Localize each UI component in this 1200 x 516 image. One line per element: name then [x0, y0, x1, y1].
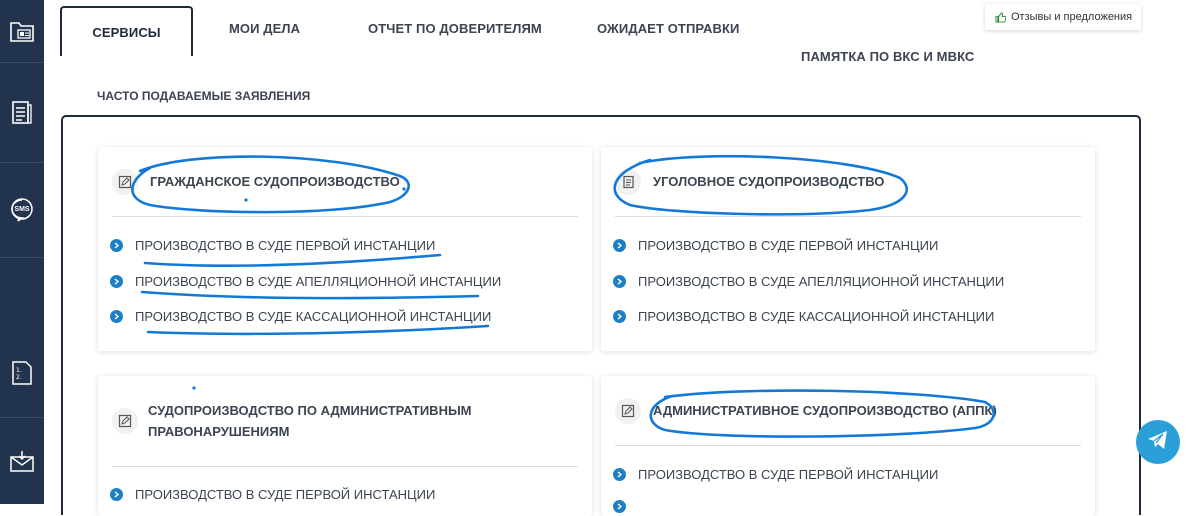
card-civil: ГРАЖДАНСКОЕ СУДОПРОИЗВОДСТВО ПРОИЗВОДСТВ… — [98, 147, 592, 351]
tab-vks-memo[interactable]: ПАМЯТКА ПО ВКС И МВКС — [801, 49, 974, 64]
card-admin-appk: АДМИНИСТРАТИВНОЕ СУДОПРОИЗВОДСТВО (АППК)… — [601, 376, 1095, 516]
link-label: ПРОИЗВОДСТВО В СУДЕ АПЕЛЛЯЦИОННОЙ ИНСТАН… — [638, 274, 1005, 289]
sms-icon: SMS — [10, 198, 34, 222]
link-first-instance[interactable]: ПРОИЗВОДСТВО В СУДЕ ПЕРВОЙ ИНСТАНЦИИ — [613, 467, 938, 482]
chevron-right-icon — [110, 275, 123, 288]
card-criminal: УГОЛОВНОЕ СУДОПРОИЗВОДСТВО ПРОИЗВОДСТВО … — [601, 147, 1095, 351]
link-appeal-instance[interactable]: ПРОИЗВОДСТВО В СУДЕ АПЕЛЛЯЦИОННОЙ ИНСТАН… — [110, 274, 501, 289]
folder-id-icon — [9, 19, 35, 43]
card-header: ГРАЖДАНСКОЕ СУДОПРОИЗВОДСТВО — [112, 147, 578, 217]
link-first-instance[interactable]: ПРОИЗВОДСТВО В СУДЕ ПЕРВОЙ ИНСТАНЦИИ — [110, 487, 435, 502]
link-label: ПРОИЗВОДСТВО В СУДЕ ПЕРВОЙ ИНСТАНЦИИ — [135, 238, 436, 253]
link-cassation-instance[interactable]: ПРОИЗВОДСТВО В СУДЕ КАССАЦИОННОЙ ИНСТАНЦ… — [110, 309, 491, 324]
tab-trustees-report[interactable]: ОТЧЕТ ПО ДОВЕРИТЕЛЯМ — [368, 21, 542, 36]
telegram-button[interactable] — [1136, 420, 1180, 464]
card-header: СУДОПРОИЗВОДСТВО ПО АДМИНИСТРАТИВНЫМ ПРА… — [112, 376, 578, 467]
sidebar-item-list[interactable] — [0, 63, 44, 163]
edit-document-icon — [112, 408, 138, 434]
card-title: СУДОПРОИЗВОДСТВО ПО АДМИНИСТРАТИВНЫМ ПРА… — [148, 403, 472, 439]
chevron-right-icon — [110, 239, 123, 252]
card-title: ГРАЖДАНСКОЕ СУДОПРОИЗВОДСТВО — [150, 173, 400, 189]
document-icon — [615, 168, 641, 195]
sidebar: SMS 1. 2. — [0, 0, 44, 504]
sidebar-item-mail[interactable] — [0, 418, 44, 504]
chevron-right-icon — [613, 468, 626, 481]
telegram-icon — [1146, 429, 1170, 456]
card-title: АДМИНИСТРАТИВНОЕ СУДОПРОИЗВОДСТВО (АППК) — [653, 402, 997, 418]
link-first-instance[interactable]: ПРОИЗВОДСТВО В СУДЕ ПЕРВОЙ ИНСТАНЦИИ — [110, 238, 435, 253]
section-title: ЧАСТО ПОДАВАЕМЫЕ ЗАЯВЛЕНИЯ — [97, 89, 311, 103]
thumbs-up-icon — [995, 11, 1006, 23]
link-label: ПРОИЗВОДСТВО В СУДЕ ПЕРВОЙ ИНСТАНЦИИ — [135, 487, 436, 502]
chevron-right-icon — [613, 500, 626, 513]
sidebar-item-sms[interactable]: SMS — [0, 163, 44, 258]
link-partial[interactable] — [613, 500, 638, 513]
mail-icon — [9, 449, 35, 473]
svg-text:2.: 2. — [16, 374, 22, 381]
card-title: УГОЛОВНОЕ СУДОПРОИЗВОДСТВО — [653, 173, 885, 189]
sms-label: SMS — [14, 205, 30, 213]
link-label: ПРОИЗВОДСТВО В СУДЕ АПЕЛЛЯЦИОННОЙ ИНСТАН… — [135, 274, 502, 289]
link-cassation-instance[interactable]: ПРОИЗВОДСТВО В СУДЕ КАССАЦИОННОЙ ИНСТАНЦ… — [613, 309, 994, 324]
chevron-right-icon — [613, 275, 626, 288]
link-label: ПРОИЗВОДСТВО В СУДЕ ПЕРВОЙ ИНСТАНЦИИ — [638, 238, 939, 253]
link-first-instance[interactable]: ПРОИЗВОДСТВО В СУДЕ ПЕРВОЙ ИНСТАНЦИИ — [613, 238, 938, 253]
document-list-icon — [10, 100, 34, 126]
card-header: АДМИНИСТРАТИВНОЕ СУДОПРОИЗВОДСТВО (АППК) — [615, 376, 1081, 446]
chevron-right-icon — [110, 488, 123, 501]
tab-awaiting-send[interactable]: ОЖИДАЕТ ОТПРАВКИ — [597, 21, 740, 36]
svg-text:1.: 1. — [16, 367, 22, 374]
chevron-right-icon — [613, 239, 626, 252]
card-admin-offences: СУДОПРОИЗВОДСТВО ПО АДМИНИСТРАТИВНЫМ ПРА… — [98, 376, 592, 516]
numbered-list-icon: 1. 2. — [10, 360, 34, 386]
sidebar-item-numbered[interactable]: 1. 2. — [0, 328, 44, 418]
chevron-right-icon — [613, 310, 626, 323]
chevron-right-icon — [110, 310, 123, 323]
feedback-label: Отзывы и предложения — [1011, 11, 1133, 23]
card-header: УГОЛОВНОЕ СУДОПРОИЗВОДСТВО — [615, 147, 1081, 217]
feedback-button[interactable]: Отзывы и предложения — [985, 4, 1141, 30]
tab-services[interactable]: СЕРВИСЫ — [60, 6, 193, 56]
edit-document-icon — [615, 397, 641, 424]
edit-document-icon — [112, 168, 138, 195]
link-appeal-instance[interactable]: ПРОИЗВОДСТВО В СУДЕ АПЕЛЛЯЦИОННОЙ ИНСТАН… — [613, 274, 1004, 289]
sidebar-item-documents[interactable] — [0, 0, 44, 63]
link-label: ПРОИЗВОДСТВО В СУДЕ КАССАЦИОННОЙ ИНСТАНЦ… — [135, 309, 492, 324]
tab-my-cases[interactable]: МОИ ДЕЛА — [229, 21, 300, 36]
link-label: ПРОИЗВОДСТВО В СУДЕ КАССАЦИОННОЙ ИНСТАНЦ… — [638, 309, 995, 324]
link-label: ПРОИЗВОДСТВО В СУДЕ ПЕРВОЙ ИНСТАНЦИИ — [638, 467, 939, 482]
